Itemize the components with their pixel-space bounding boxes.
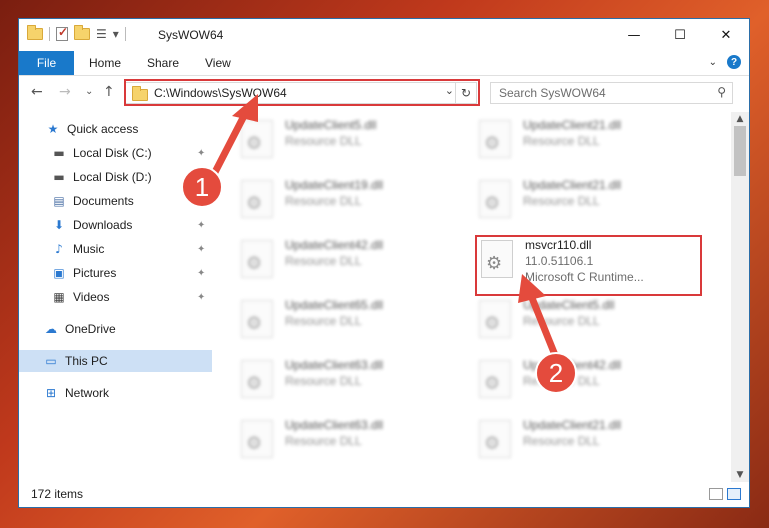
arrow-to-address-bar: [208, 94, 258, 182]
arrow-to-file: [518, 274, 559, 359]
step-marker-1: 1: [181, 166, 223, 208]
step-marker-2: 2: [535, 352, 577, 394]
annotation-arrows: [208, 94, 559, 359]
